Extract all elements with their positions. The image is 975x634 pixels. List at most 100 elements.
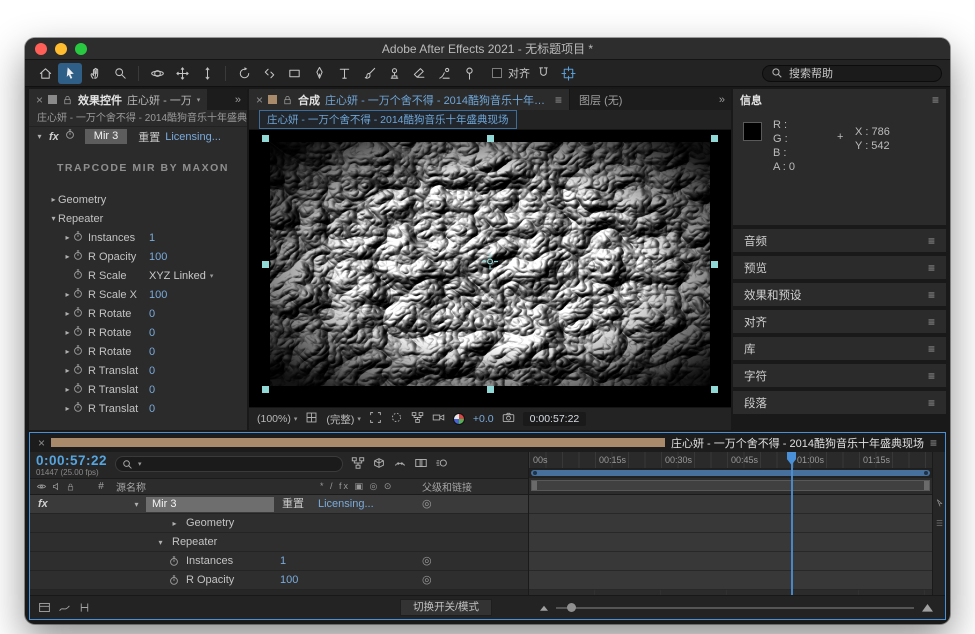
panel-menu-icon[interactable]: ≡: [555, 93, 562, 107]
stopwatch-icon[interactable]: [72, 306, 84, 322]
licensing-link[interactable]: Licensing...: [165, 131, 221, 143]
layer-number-column-header[interactable]: #: [90, 481, 112, 492]
property-value[interactable]: 0: [149, 365, 155, 377]
property-row[interactable]: ▸R Scale X100: [29, 285, 247, 304]
type-tool-icon[interactable]: [332, 63, 356, 84]
exposure-value[interactable]: +0.0: [473, 413, 494, 425]
cursor-icon[interactable]: [935, 498, 944, 508]
title-bar[interactable]: Adobe After Effects 2021 - 无标题项目 *: [25, 38, 950, 60]
timeline-zoom-slider[interactable]: [528, 602, 945, 613]
layer-lane[interactable]: [529, 533, 932, 552]
zoom-tool-icon[interactable]: [108, 63, 132, 84]
selection-handle[interactable]: [262, 386, 269, 393]
timeline-lanes[interactable]: [529, 495, 932, 595]
stopwatch-icon[interactable]: [72, 344, 84, 360]
reset-link[interactable]: 重置: [138, 129, 160, 145]
property-group-row[interactable]: ▸Geometry: [29, 190, 247, 209]
audio-icon[interactable]: [52, 482, 61, 491]
timeline-search-field[interactable]: ▾: [115, 456, 343, 472]
licensing-link[interactable]: Licensing...: [318, 495, 374, 514]
stopwatch-icon[interactable]: [72, 268, 84, 284]
stopwatch-icon[interactable]: [72, 249, 84, 265]
twirl-right-icon[interactable]: ▸: [63, 290, 72, 299]
property-row[interactable]: ▸R Rotate0: [29, 342, 247, 361]
composition-viewport[interactable]: [249, 130, 731, 407]
panel-menu-icon[interactable]: ≡: [928, 396, 935, 410]
slider-icon[interactable]: [935, 518, 944, 528]
property-dropdown[interactable]: XYZ Linked▾: [149, 270, 213, 282]
property-group-row[interactable]: ▾Repeater: [29, 209, 247, 228]
zoom-in-mountain-icon[interactable]: [922, 602, 933, 613]
layer-lane[interactable]: [529, 552, 932, 571]
selection-handle[interactable]: [487, 135, 494, 142]
pan-behind-tool-icon[interactable]: [257, 63, 281, 84]
selection-tool-icon[interactable]: [58, 63, 82, 84]
expand-layers-icon[interactable]: [38, 601, 51, 614]
timeline-row-group[interactable]: ▾ Repeater: [30, 533, 528, 552]
property-row[interactable]: ▸R Rotate0: [29, 304, 247, 323]
timeline-row-group[interactable]: ▸ Geometry: [30, 514, 528, 533]
panel-menu-icon[interactable]: ≡: [928, 342, 935, 356]
eraser-tool-icon[interactable]: [407, 63, 431, 84]
selection-handle[interactable]: [487, 386, 494, 393]
magnification-dropdown[interactable]: (100%)▾: [257, 413, 297, 425]
twirl-right-icon[interactable]: ▸: [63, 366, 72, 375]
in-out-icon[interactable]: [78, 601, 91, 614]
minimize-window-button[interactable]: [55, 43, 67, 55]
property-row[interactable]: R ScaleXYZ Linked▾: [29, 266, 247, 285]
reset-link[interactable]: 重置: [282, 495, 304, 514]
property-value[interactable]: 0: [149, 327, 155, 339]
twirl-right-icon[interactable]: ▸: [63, 252, 72, 261]
lock-icon[interactable]: [282, 94, 293, 106]
property-value[interactable]: 0: [149, 346, 155, 358]
breadcrumb[interactable]: 庄心妍 - 一万个舍不得 - 2014酷狗音乐十年盛典现场: [259, 110, 517, 129]
frame-blending-icon[interactable]: [414, 456, 428, 475]
camera-wireframe-icon[interactable]: [432, 411, 445, 427]
property-row[interactable]: ▸R Rotate0: [29, 323, 247, 342]
viewport-timecode[interactable]: 0:00:57:22: [523, 412, 587, 426]
region-of-interest-icon[interactable]: [369, 411, 382, 427]
panel-menu-icon[interactable]: ≡: [928, 261, 935, 275]
anchor-point-widget[interactable]: [481, 253, 499, 276]
panel-menu-icon[interactable]: ≡: [928, 315, 935, 329]
panel-menu-icon[interactable]: ≡: [928, 234, 935, 248]
flowchart-icon[interactable]: [411, 411, 424, 427]
timeline-tabbar[interactable]: × 庄心妍 - 一万个舍不得 - 2014酷狗音乐十年盛典现场 ≡: [30, 433, 945, 452]
toggle-switches-modes-button[interactable]: 切换开关/模式: [400, 599, 492, 616]
composition-mini-flowchart-icon[interactable]: [351, 456, 365, 475]
panel-menu-icon[interactable]: ≡: [932, 93, 939, 107]
property-value[interactable]: 1: [149, 232, 155, 244]
stopwatch-icon[interactable]: [72, 287, 84, 303]
twirl-right-icon[interactable]: ▸: [63, 233, 72, 242]
pen-tool-icon[interactable]: [307, 63, 331, 84]
twirl-right-icon[interactable]: ▸: [63, 328, 72, 337]
stopwatch-icon[interactable]: [72, 230, 84, 246]
navigator-bar[interactable]: [531, 470, 930, 476]
playhead-line[interactable]: [791, 463, 793, 595]
pickwhip-icon[interactable]: ◎: [422, 571, 432, 590]
property-value[interactable]: 1: [280, 552, 286, 571]
property-value[interactable]: 0: [149, 308, 155, 320]
stopwatch-icon[interactable]: [72, 382, 84, 398]
current-timecode[interactable]: 0:00:57:22: [36, 454, 107, 468]
lock-icon[interactable]: [66, 482, 75, 492]
fx-badge-icon[interactable]: fx: [38, 495, 48, 514]
snap-guides-icon[interactable]: [531, 63, 555, 84]
grid-options-icon[interactable]: [305, 411, 318, 427]
selection-handle[interactable]: [711, 261, 718, 268]
rotation-tool-icon[interactable]: [232, 63, 256, 84]
snapshot-camera-icon[interactable]: [502, 411, 515, 427]
stopwatch-icon[interactable]: [72, 363, 84, 379]
eye-icon[interactable]: [36, 482, 47, 491]
hide-shy-layers-icon[interactable]: [393, 456, 407, 475]
snap-target-icon[interactable]: [556, 63, 580, 84]
tab-effect-controls[interactable]: × 效果控件 庄心妍 - 一万 ▾: [29, 89, 207, 110]
effect-name-chip[interactable]: Mir 3: [146, 497, 274, 512]
panel-menu-icon[interactable]: ≡: [928, 369, 935, 383]
property-value[interactable]: 100: [149, 251, 167, 263]
selection-handle[interactable]: [711, 386, 718, 393]
stopwatch-icon[interactable]: [72, 401, 84, 417]
stopwatch-icon[interactable]: [168, 574, 180, 594]
panel-paragraph[interactable]: 段落≡: [733, 391, 946, 414]
stopwatch-icon[interactable]: [72, 325, 84, 341]
